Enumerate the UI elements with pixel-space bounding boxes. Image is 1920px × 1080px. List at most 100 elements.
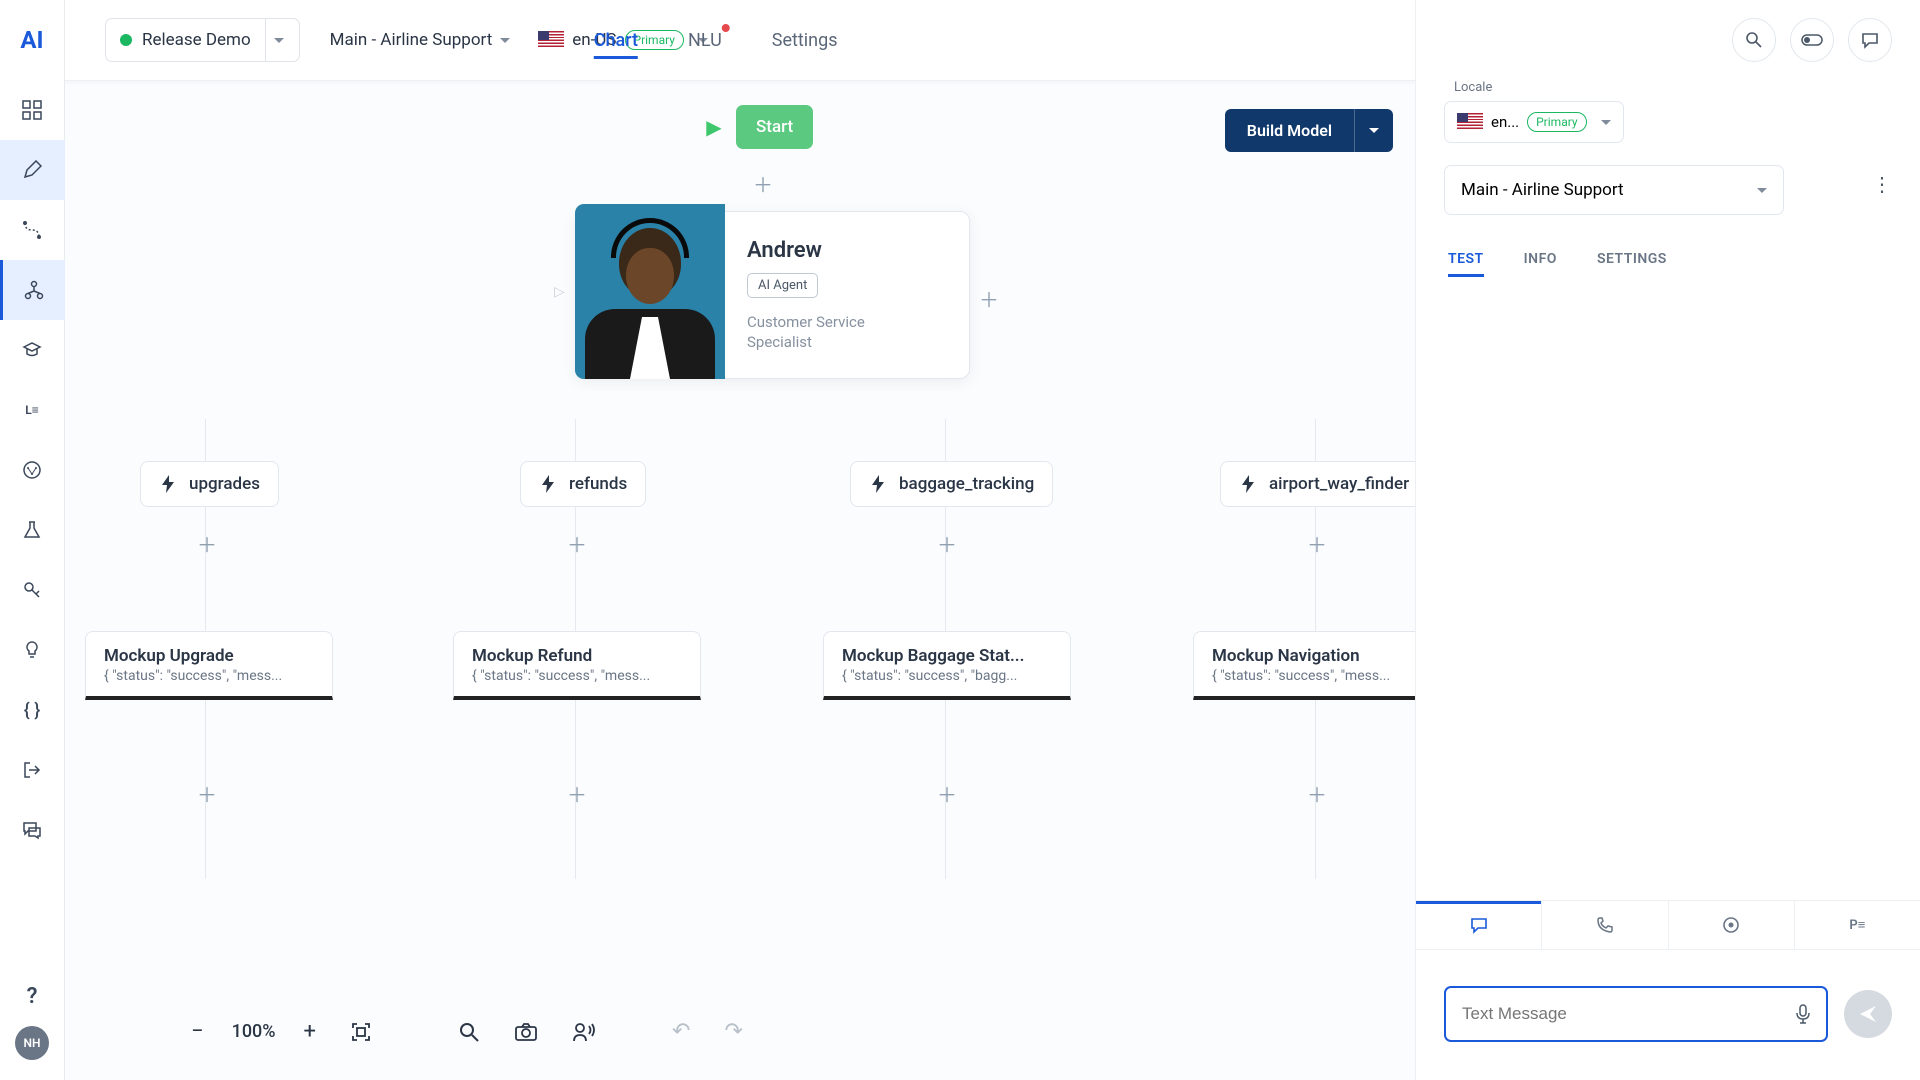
nav-route-icon[interactable] bbox=[0, 200, 65, 260]
add-after-card-button[interactable]: ＋ bbox=[979, 284, 999, 313]
flow-value: Main - Airline Support bbox=[1461, 180, 1624, 200]
rp-tab-test[interactable]: TEST bbox=[1448, 241, 1484, 277]
agent-role: Customer Service Specialist bbox=[747, 312, 917, 353]
flow-selector[interactable]: Main - Airline Support bbox=[330, 30, 511, 50]
add-node-button[interactable]: ＋ bbox=[197, 529, 217, 558]
agent-card[interactable]: ▷ Andrew AI Agent Customer Service Speci… bbox=[575, 211, 970, 379]
intent-chip-wayfinder[interactable]: airport_way_finder bbox=[1220, 461, 1415, 507]
intent-chip-refunds[interactable]: refunds bbox=[520, 461, 646, 507]
flag-us-icon bbox=[1457, 113, 1483, 131]
add-node-button[interactable]: ＋ bbox=[937, 779, 957, 808]
locale-value: en... bbox=[1491, 113, 1519, 131]
toggle-button[interactable] bbox=[1790, 18, 1834, 62]
input-mode-tabs: P≡ bbox=[1416, 900, 1920, 950]
nav-chat-icon[interactable] bbox=[0, 800, 65, 860]
intent-label: upgrades bbox=[189, 474, 260, 494]
mockup-node[interactable]: Mockup Baggage Stat... { "status": "succ… bbox=[823, 631, 1071, 700]
message-input-wrap bbox=[1444, 986, 1828, 1042]
locale-selector-rp[interactable]: en... Primary bbox=[1444, 101, 1624, 143]
add-node-button[interactable]: ＋ bbox=[567, 529, 587, 558]
add-node-button[interactable]: ＋ bbox=[937, 529, 957, 558]
add-node-button[interactable]: ＋ bbox=[1307, 779, 1327, 808]
nav-list-icon[interactable]: L≡ bbox=[0, 380, 65, 440]
notification-dot-icon bbox=[722, 24, 730, 32]
input-mode-text[interactable] bbox=[1416, 901, 1542, 949]
nav-bulb-icon[interactable] bbox=[0, 620, 65, 680]
locale-label: Locale bbox=[1454, 80, 1892, 95]
zoom-out-button[interactable]: − bbox=[185, 1013, 210, 1050]
nav-flow-icon[interactable] bbox=[0, 260, 65, 320]
nav-help-icon[interactable]: ? bbox=[0, 966, 65, 1026]
mockup-node[interactable]: Mockup Upgrade { "status": "success", "m… bbox=[85, 631, 333, 700]
mockup-title: Mockup Navigation bbox=[1212, 646, 1415, 666]
tab-chart[interactable]: Chart bbox=[594, 4, 638, 77]
flow-selector-rp[interactable]: Main - Airline Support bbox=[1444, 165, 1784, 215]
bolt-icon bbox=[539, 475, 557, 493]
bolt-icon bbox=[869, 475, 887, 493]
microphone-icon[interactable] bbox=[1796, 1004, 1810, 1024]
flag-us-icon bbox=[538, 31, 564, 49]
nav-exit-icon[interactable] bbox=[0, 740, 65, 800]
more-options-icon[interactable]: ⋮ bbox=[1872, 172, 1892, 196]
add-node-button[interactable]: ＋ bbox=[1307, 529, 1327, 558]
main-tabs: Chart NLU Settings bbox=[594, 4, 838, 77]
undo-icon[interactable]: ↶ bbox=[666, 1013, 696, 1050]
input-mode-phone[interactable] bbox=[1542, 901, 1668, 949]
build-model-button[interactable]: Build Model bbox=[1225, 109, 1354, 152]
chat-button[interactable] bbox=[1848, 18, 1892, 62]
zoom-in-button[interactable]: + bbox=[298, 1013, 322, 1050]
user-avatar[interactable]: NH bbox=[15, 1026, 49, 1060]
agent-info: Andrew AI Agent Customer Service Special… bbox=[725, 212, 939, 378]
nav-pen-icon[interactable] bbox=[0, 140, 65, 200]
right-panel: Locale en... Primary Main - Airline Supp… bbox=[1415, 0, 1920, 1080]
start-button[interactable]: Start bbox=[736, 105, 813, 149]
nav-brain-icon[interactable] bbox=[0, 440, 65, 500]
add-node-button[interactable]: ＋ bbox=[197, 779, 217, 808]
card-play-icon[interactable]: ▷ bbox=[554, 284, 565, 300]
agent-name: Andrew bbox=[747, 238, 917, 263]
build-model-dropdown[interactable] bbox=[1354, 109, 1393, 152]
zoom-value: 100% bbox=[232, 1021, 276, 1042]
mockup-node[interactable]: Mockup Navigation { "status": "success",… bbox=[1193, 631, 1415, 700]
rp-tab-info[interactable]: INFO bbox=[1524, 241, 1557, 277]
input-mode-params[interactable]: P≡ bbox=[1795, 901, 1920, 949]
rp-tab-settings[interactable]: SETTINGS bbox=[1597, 241, 1667, 277]
chevron-down-icon bbox=[1601, 120, 1611, 125]
intent-chip-upgrades[interactable]: upgrades bbox=[140, 461, 279, 507]
release-selector-dropdown[interactable] bbox=[260, 18, 300, 62]
send-button[interactable] bbox=[1844, 990, 1892, 1038]
chevron-down-icon bbox=[1757, 188, 1767, 193]
mockup-node[interactable]: Mockup Refund { "status": "success", "me… bbox=[453, 631, 701, 700]
camera-icon[interactable] bbox=[508, 1016, 544, 1048]
play-icon[interactable]: ▶ bbox=[693, 106, 735, 148]
mockup-title: Mockup Upgrade bbox=[104, 646, 314, 666]
tab-settings[interactable]: Settings bbox=[772, 4, 838, 77]
input-mode-record[interactable] bbox=[1669, 901, 1795, 949]
fit-screen-icon[interactable] bbox=[344, 1015, 378, 1049]
nav-key-icon[interactable] bbox=[0, 560, 65, 620]
agent-avatar-image bbox=[575, 204, 725, 379]
mockup-title: Mockup Baggage Stat... bbox=[842, 646, 1052, 666]
mockup-title: Mockup Refund bbox=[472, 646, 682, 666]
top-bar: Release Demo Main - Airline Support en-U… bbox=[65, 0, 1415, 80]
nav-flask-icon[interactable] bbox=[0, 500, 65, 560]
nav-dashboard-icon[interactable] bbox=[0, 80, 65, 140]
add-node-button[interactable]: ＋ bbox=[753, 169, 773, 198]
release-selector[interactable]: Release Demo bbox=[105, 18, 266, 62]
search-icon[interactable] bbox=[452, 1015, 486, 1049]
canvas[interactable]: Build Model ▶ Start ＋ ▷ Andrew AI Agent … bbox=[65, 80, 1415, 1080]
bolt-icon bbox=[1239, 475, 1257, 493]
search-button[interactable] bbox=[1732, 18, 1776, 62]
redo-icon[interactable]: ↷ bbox=[718, 1013, 748, 1050]
chevron-down-icon bbox=[500, 38, 510, 43]
nav-education-icon[interactable] bbox=[0, 320, 65, 380]
intent-chip-baggage[interactable]: baggage_tracking bbox=[850, 461, 1053, 507]
tab-nlu[interactable]: NLU bbox=[688, 4, 722, 77]
add-node-button[interactable]: ＋ bbox=[567, 779, 587, 808]
zoom-toolbar: − 100% + ↶ ↷ bbox=[185, 1013, 749, 1050]
voice-user-icon[interactable] bbox=[566, 1015, 602, 1049]
message-input[interactable] bbox=[1462, 1004, 1776, 1024]
mockup-subtitle: { "status": "success", "mess... bbox=[472, 668, 682, 684]
nav-braces-icon[interactable]: { } bbox=[0, 680, 65, 740]
chevron-down-icon bbox=[1369, 128, 1379, 133]
